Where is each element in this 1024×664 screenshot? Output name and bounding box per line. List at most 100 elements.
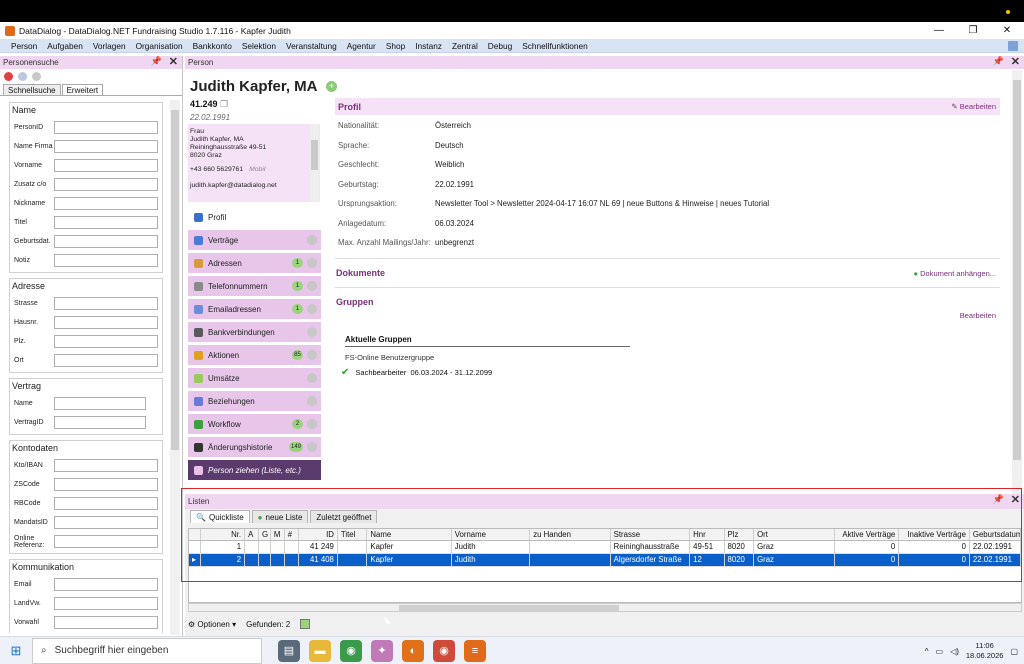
attach-document-link[interactable]: ● Dokument anhängen... <box>913 269 996 278</box>
column-header[interactable]: Strasse <box>611 529 691 540</box>
copy-icon[interactable]: ❐ <box>220 99 228 109</box>
table-hscrollbar[interactable] <box>188 603 1022 612</box>
pin-icon[interactable]: 📌 <box>993 494 1004 505</box>
search-scrollbar[interactable] <box>170 100 180 635</box>
app-icon[interactable]: ✦ <box>371 639 393 662</box>
search-field-input[interactable] <box>54 354 158 367</box>
search-field-input[interactable] <box>54 497 158 510</box>
scroll-thumb[interactable] <box>171 110 179 450</box>
edit-groups-link[interactable]: Bearbeiten <box>960 311 996 320</box>
menu-shop[interactable]: Shop <box>381 41 410 51</box>
column-header[interactable]: G <box>259 529 271 540</box>
scroll-thumb[interactable] <box>311 140 318 170</box>
nav-item[interactable]: Profil <box>188 207 321 227</box>
tab-quickliste[interactable]: 🔍 Quickliste <box>190 510 250 523</box>
nav-item[interactable]: Telefonnummern 1 <box>188 276 321 296</box>
column-header[interactable]: Titel <box>338 529 368 540</box>
nav-item[interactable]: Beziehungen <box>188 391 321 411</box>
add-icon[interactable]: + <box>326 81 337 92</box>
export-icon[interactable] <box>300 619 311 629</box>
address-scrollbar[interactable] <box>310 124 319 202</box>
search-icon[interactable] <box>18 72 27 81</box>
column-header[interactable]: ID <box>299 529 338 540</box>
column-header[interactable]: # <box>285 529 299 540</box>
column-header[interactable]: Name <box>367 529 452 540</box>
column-header[interactable]: Inaktive Verträge <box>899 529 970 540</box>
tab-erweitert[interactable]: Erweitert <box>61 84 104 95</box>
column-header[interactable]: A <box>245 529 259 540</box>
add-icon[interactable] <box>307 258 317 268</box>
menu-bankkonto[interactable]: Bankkonto <box>188 41 237 51</box>
search-field-input[interactable] <box>54 297 158 310</box>
menu-instanz[interactable]: Instanz <box>410 41 447 51</box>
chrome-icon[interactable]: ◉ <box>340 639 362 662</box>
search-field-input[interactable] <box>54 216 158 229</box>
column-header[interactable]: zu Handen <box>530 529 611 540</box>
search-field-input[interactable] <box>54 335 158 348</box>
menu-selektion[interactable]: Selektion <box>237 41 281 51</box>
close-button[interactable]: ✕ <box>990 22 1024 39</box>
notification-icon[interactable]: ▢ <box>1010 647 1018 656</box>
menu-agentur[interactable]: Agentur <box>342 41 381 51</box>
column-header[interactable]: Aktive Verträge <box>835 529 900 540</box>
search-field-input[interactable] <box>54 535 158 548</box>
close-panel-icon[interactable]: ✕ <box>169 55 178 68</box>
nav-item[interactable]: Workflow 2 <box>188 414 321 434</box>
scroll-thumb[interactable] <box>1013 80 1021 460</box>
file-explorer-icon[interactable]: ▬ <box>309 639 331 662</box>
search-field-input[interactable] <box>54 459 158 472</box>
column-header[interactable]: Geburtsdatum <box>970 529 1021 540</box>
menu-schnellfunktionen[interactable]: Schnellfunktionen <box>517 41 593 51</box>
network-icon[interactable]: ▭ <box>936 647 944 656</box>
search-field-input[interactable] <box>54 235 158 248</box>
pin-icon[interactable]: 📌 <box>993 56 1004 67</box>
search-field-input[interactable] <box>54 578 158 591</box>
search-field-input[interactable] <box>54 478 158 491</box>
table-row[interactable]: ▸ 2 41 408 Kapfer Judith Algersdorfer Straße 1… <box>189 554 1021 567</box>
search-field-input[interactable] <box>54 254 158 267</box>
nav-item[interactable]: Verträge <box>188 230 321 250</box>
close-panel-icon[interactable]: ✕ <box>1011 493 1020 506</box>
search-field-input[interactable] <box>54 316 158 329</box>
nav-item[interactable]: Änderungshistorie 149 <box>188 437 321 457</box>
tab-schnellsuche[interactable]: Schnellsuche <box>3 84 61 95</box>
tray-chevron-icon[interactable]: ^ <box>925 647 929 656</box>
add-icon[interactable] <box>307 396 317 406</box>
column-header[interactable]: M <box>271 529 285 540</box>
column-header[interactable]: Vorname <box>452 529 531 540</box>
search-field-input[interactable] <box>54 597 158 610</box>
nav-item[interactable]: Bankverbindungen <box>188 322 321 342</box>
reset-icon[interactable] <box>32 72 41 81</box>
volume-icon[interactable]: ◁) <box>950 647 959 656</box>
nav-item[interactable]: Umsätze <box>188 368 321 388</box>
menu-debug[interactable]: Debug <box>483 41 517 51</box>
firefox-icon[interactable]: ◐ <box>402 639 424 662</box>
column-header[interactable]: Nr. <box>201 529 246 540</box>
task-view-icon[interactable]: ▤ <box>278 639 300 662</box>
search-field-input[interactable] <box>54 616 158 629</box>
scroll-thumb[interactable] <box>399 605 619 611</box>
search-field-input[interactable] <box>54 121 158 134</box>
menu-aufgaben[interactable]: Aufgaben <box>42 41 88 51</box>
minimize-button[interactable]: — <box>922 22 956 39</box>
column-header[interactable]: Plz <box>725 529 755 540</box>
search-field-input[interactable] <box>54 397 146 410</box>
search-field-input[interactable] <box>54 159 158 172</box>
clear-icon[interactable] <box>4 72 13 81</box>
edit-profile-link[interactable]: ✎ Bearbeiten <box>951 102 996 111</box>
add-icon[interactable] <box>307 235 317 245</box>
search-field-input[interactable] <box>54 516 158 529</box>
add-icon[interactable] <box>307 373 317 383</box>
search-field-input[interactable] <box>54 140 158 153</box>
nav-item[interactable]: Person ziehen (Liste, etc.) <box>188 460 321 480</box>
add-icon[interactable] <box>307 350 317 360</box>
add-icon[interactable] <box>307 281 317 291</box>
add-icon[interactable] <box>307 442 317 452</box>
column-header[interactable]: Hnr <box>690 529 725 540</box>
search-field-input[interactable] <box>54 178 158 191</box>
datadialog-icon[interactable]: ≡ <box>464 639 486 662</box>
options-button[interactable]: ⚙ Optionen ▾ <box>188 620 236 629</box>
add-icon[interactable] <box>307 304 317 314</box>
column-header[interactable]: Ort <box>754 529 835 540</box>
email-line[interactable]: judith.kapfer@datadialog.net <box>190 182 318 190</box>
